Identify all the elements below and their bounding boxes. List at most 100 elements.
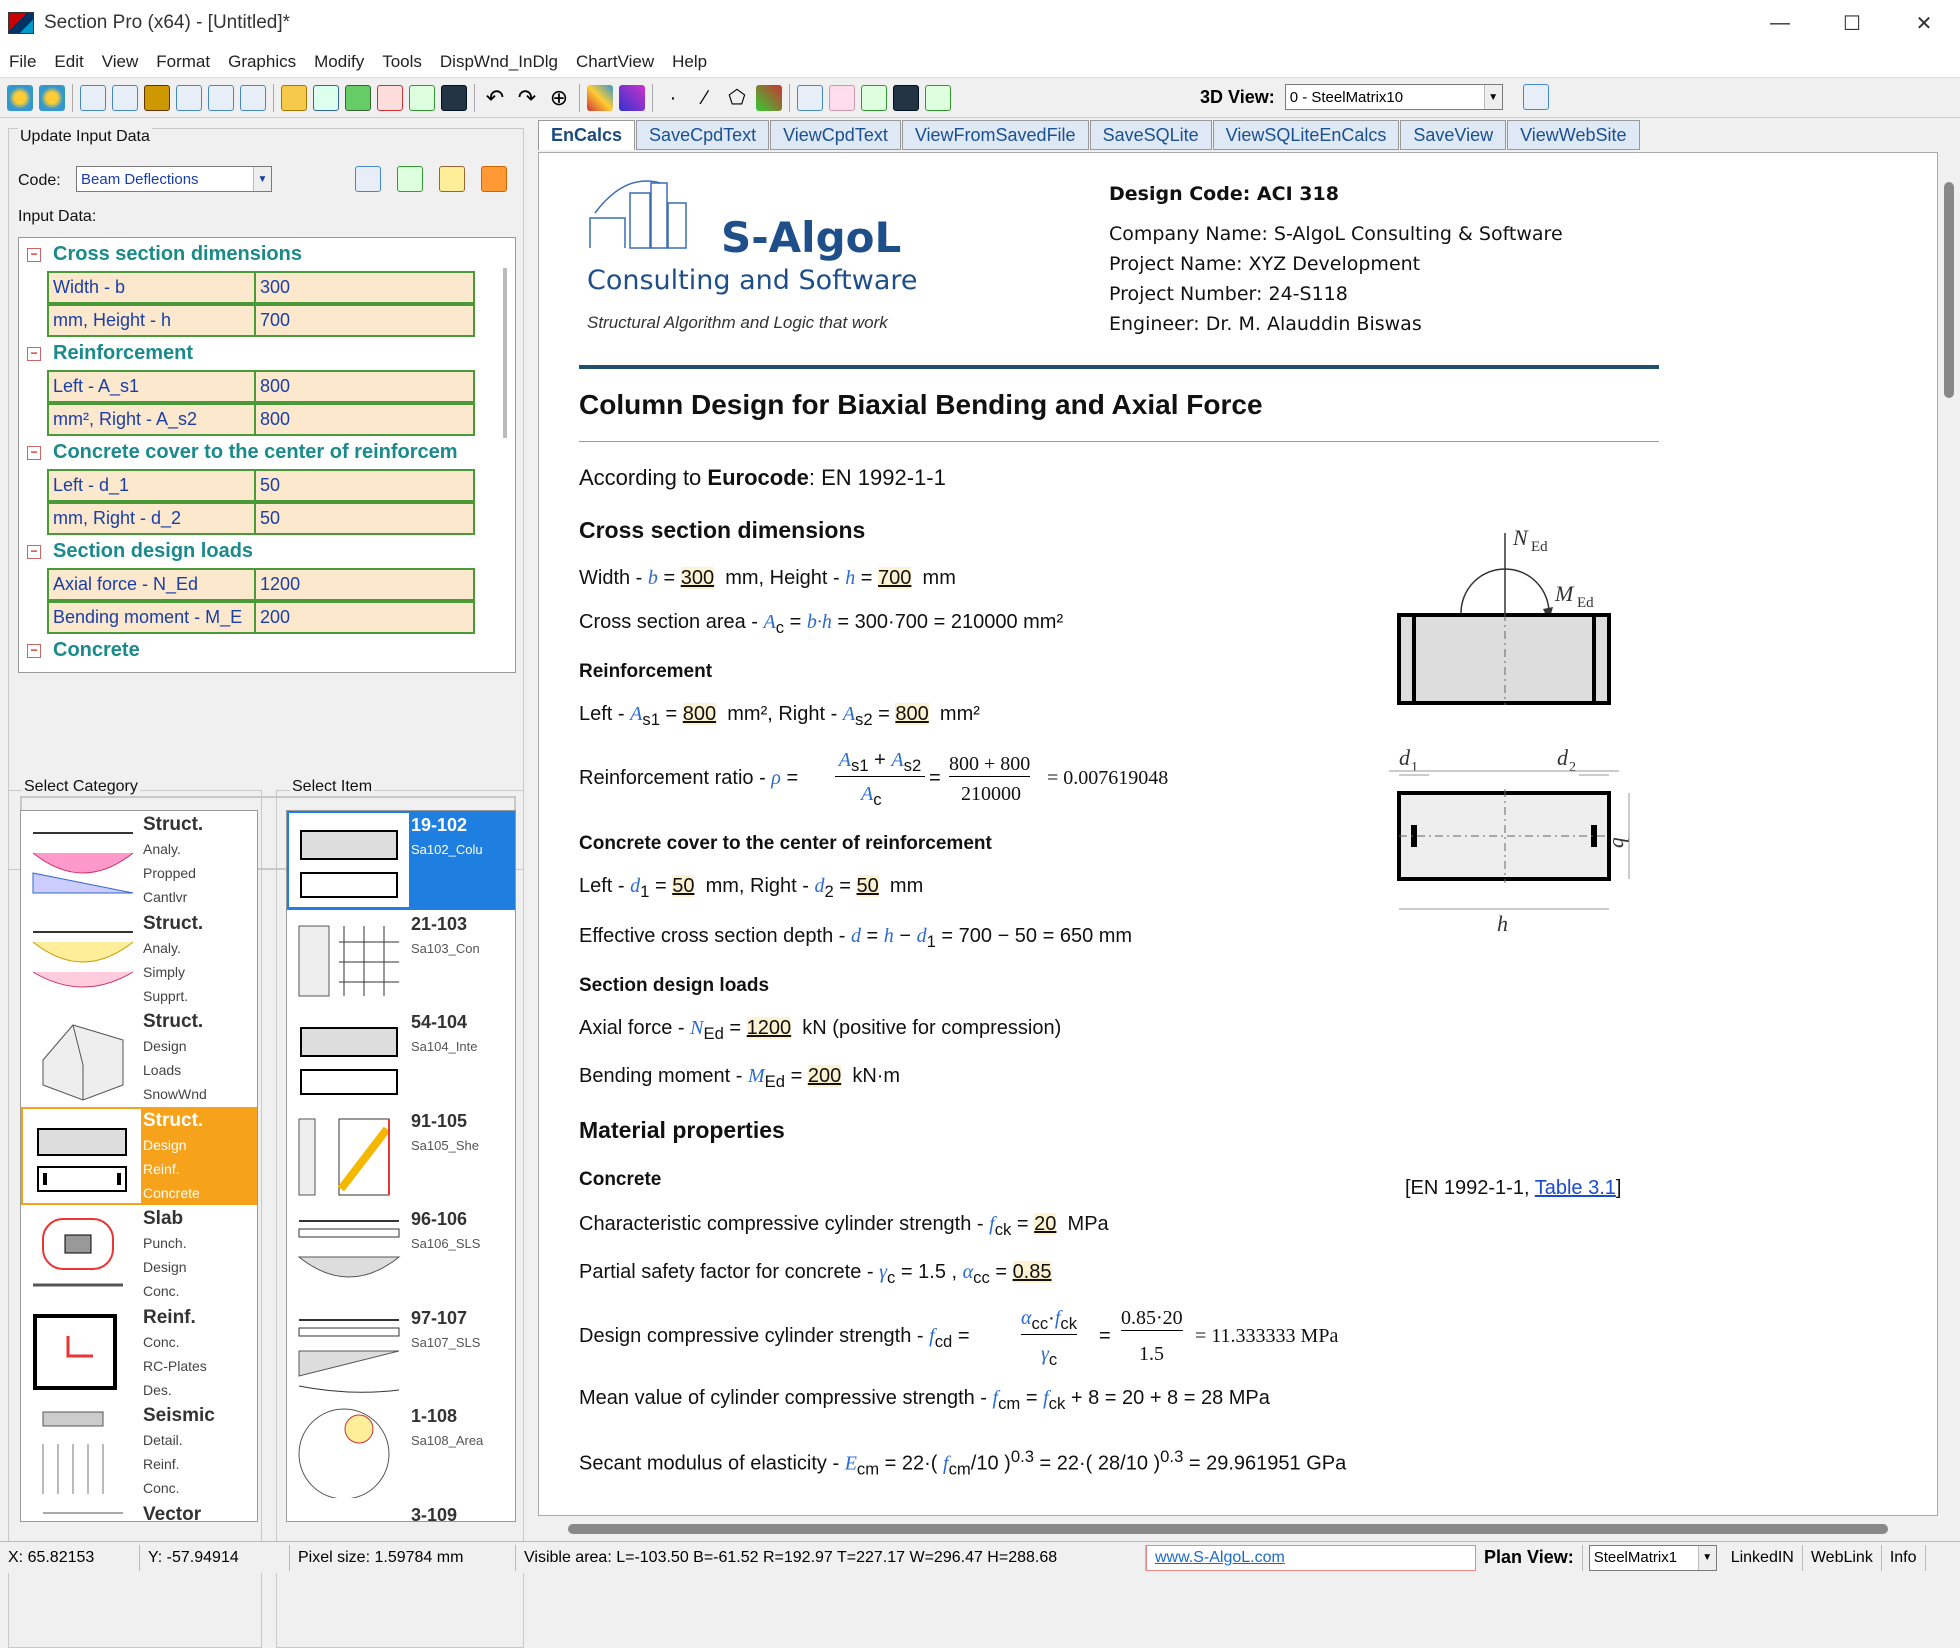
tree-scrollbar[interactable]	[503, 268, 507, 438]
input-value[interactable]: 50	[256, 502, 475, 535]
list-item[interactable]: 21-103 Sa103_Con	[287, 910, 515, 1009]
grid-icon[interactable]	[112, 84, 138, 111]
website-link[interactable]: www.S-AlgoL.com	[1155, 1549, 1285, 1567]
section-loads[interactable]: − Section design loads	[19, 535, 515, 568]
list-item[interactable]: 1-108 Sa108_Area	[287, 1402, 515, 1501]
menu-file[interactable]: File	[0, 52, 45, 72]
input-value[interactable]: 1200	[256, 568, 475, 601]
collapse-icon[interactable]: −	[27, 544, 41, 559]
plan-view-select[interactable]: SteelMatrix1 ▼	[1588, 1544, 1717, 1571]
copy-icon[interactable]	[208, 84, 234, 111]
category-item-selected[interactable]: Struct. Design Reinf. Concrete	[21, 1106, 257, 1205]
import-icon[interactable]	[925, 84, 951, 111]
save-all-icon[interactable]	[893, 84, 919, 111]
tab-viewwebsite[interactable]: ViewWebSite	[1507, 120, 1640, 150]
category-item[interactable]: Seismic Detail. Reinf. Conc.	[21, 1402, 257, 1501]
report-icon[interactable]	[829, 84, 855, 111]
zoom-out-icon[interactable]	[39, 84, 65, 111]
table-link[interactable]: Table 3.1	[1535, 1177, 1616, 1199]
list-item[interactable]: 54-104 Sa104_Inte	[287, 1008, 515, 1107]
section-reinforcement[interactable]: − Reinforcement	[19, 337, 515, 370]
category-item[interactable]: Struct. Analy. Propped Cantlvr	[21, 811, 257, 910]
clipboard-icon[interactable]	[439, 166, 465, 192]
export-table-icon[interactable]	[397, 166, 423, 192]
list-item[interactable]: 3-109	[287, 1501, 515, 1522]
input-value[interactable]: 300	[256, 271, 475, 304]
collapse-icon[interactable]: −	[27, 346, 41, 361]
tab-encalcs[interactable]: EnCalcs	[538, 120, 636, 150]
menu-chartview[interactable]: ChartView	[567, 52, 663, 72]
list-item[interactable]: 96-106 Sa106_SLS	[287, 1205, 515, 1304]
menu-edit[interactable]: Edit	[45, 52, 92, 72]
tab-saveview[interactable]: SaveView	[1400, 120, 1507, 150]
zoom-window-icon[interactable]: ⊕	[546, 85, 572, 111]
scroll-thumb[interactable]	[1944, 182, 1954, 398]
vertical-scrollbar[interactable]	[1938, 152, 1960, 1516]
info-button[interactable]: Info	[1882, 1544, 1926, 1571]
list-item[interactable]: 97-107 Sa107_SLS	[287, 1304, 515, 1403]
minimize-button[interactable]: —	[1744, 0, 1816, 46]
tab-viewfromsavedfile[interactable]: ViewFromSavedFile	[901, 120, 1089, 150]
tab-viewsqliteencalcs[interactable]: ViewSQLiteEnCalcs	[1212, 120, 1400, 150]
code-select[interactable]: Beam Deflections ▼	[76, 166, 272, 192]
point-icon[interactable]: ·	[660, 85, 686, 111]
list-item[interactable]: 91-105 Sa105_She	[287, 1107, 515, 1206]
input-value[interactable]: 700	[256, 304, 475, 337]
section-concrete[interactable]: − Concrete	[19, 634, 515, 667]
save-icon[interactable]	[441, 84, 467, 111]
polygon-icon[interactable]: ⬠	[724, 85, 750, 111]
excel-icon[interactable]	[409, 84, 435, 111]
menu-tools[interactable]: Tools	[373, 52, 431, 72]
table-icon[interactable]	[80, 84, 106, 111]
category-item[interactable]: Slab Punch. Design Conc.	[21, 1205, 257, 1304]
line-icon[interactable]: ∕	[692, 85, 718, 111]
delete-icon[interactable]	[619, 84, 645, 111]
tab-viewcpdtext[interactable]: ViewCpdText	[770, 120, 901, 150]
im-icon[interactable]	[345, 84, 371, 111]
category-item[interactable]: Vector	[21, 1501, 257, 1521]
input-value[interactable]: 50	[256, 469, 475, 502]
maximize-button[interactable]: ☐	[1816, 0, 1888, 46]
weblink-button[interactable]: WebLink	[1803, 1544, 1882, 1571]
calc-icon[interactable]	[355, 166, 381, 192]
section-cover[interactable]: − Concrete cover to the center of reinfor…	[19, 436, 515, 469]
chart-icon[interactable]	[240, 84, 266, 111]
tree-icon[interactable]	[797, 84, 823, 111]
menu-view[interactable]: View	[93, 52, 148, 72]
menu-dispwnd[interactable]: DispWnd_InDlg	[431, 52, 567, 72]
category-item[interactable]: Struct. Analy. Simply Supprt.	[21, 910, 257, 1009]
database-icon[interactable]	[144, 84, 170, 111]
scroll-thumb[interactable]	[568, 1524, 1888, 1534]
zoom-in-icon[interactable]	[7, 84, 33, 111]
horizontal-scrollbar[interactable]	[538, 1516, 1938, 1540]
category-item[interactable]: Reinf. Conc. RC-Plates Des.	[21, 1304, 257, 1403]
tab-savesqlite[interactable]: SaveSQLite	[1089, 120, 1212, 150]
menu-graphics[interactable]: Graphics	[219, 52, 305, 72]
list-item-selected[interactable]: 19-102 Sa102_Colu	[287, 811, 515, 910]
menu-format[interactable]: Format	[147, 52, 219, 72]
close-button[interactable]: ✕	[1888, 0, 1960, 46]
menu-help[interactable]: Help	[663, 52, 716, 72]
collapse-icon[interactable]: −	[27, 643, 41, 658]
redo-icon[interactable]: ↷	[514, 85, 540, 111]
section-cross[interactable]: − Cross section dimensions	[19, 238, 515, 271]
select-icon[interactable]	[587, 84, 613, 111]
input-value[interactable]: 200	[256, 601, 475, 634]
paint-icon[interactable]	[756, 84, 782, 111]
category-item[interactable]: Struct. Design Loads SnowWnd	[21, 1008, 257, 1107]
tab-savecpdtext[interactable]: SaveCpdText	[636, 120, 770, 150]
collapse-icon[interactable]: −	[27, 247, 41, 262]
undo-icon[interactable]: ↶	[482, 85, 508, 111]
open-folder-icon[interactable]	[281, 84, 307, 111]
layers-icon[interactable]	[176, 84, 202, 111]
input-value[interactable]: 800	[256, 370, 475, 403]
export-icon[interactable]	[861, 84, 887, 111]
input-value[interactable]: 800	[256, 403, 475, 436]
matrix-icon[interactable]	[313, 84, 339, 111]
refresh-icon[interactable]	[481, 166, 507, 192]
collapse-icon[interactable]: −	[27, 445, 41, 460]
pdf-icon[interactable]	[377, 84, 403, 111]
view-settings-icon[interactable]	[1522, 84, 1549, 110]
view3d-select[interactable]: 0 - SteelMatrix10 ▼	[1284, 84, 1503, 110]
menu-modify[interactable]: Modify	[305, 52, 373, 72]
